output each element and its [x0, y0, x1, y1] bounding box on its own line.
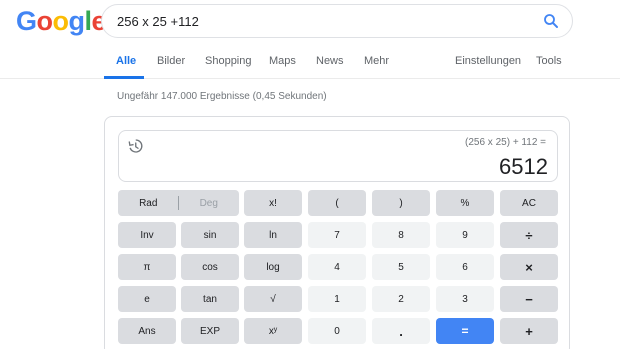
key-5[interactable]: 5	[372, 254, 430, 280]
logo-letter: l	[84, 6, 93, 36]
calculator-expression: (256 x 25) + 112 =	[465, 137, 546, 148]
calculator-display: (256 x 25) + 112 = 6512	[118, 130, 558, 182]
key-6[interactable]: 6	[436, 254, 494, 280]
logo-letter: g	[68, 6, 86, 36]
logo-letter: G	[16, 6, 37, 36]
rad-label[interactable]: Rad	[118, 190, 179, 216]
tab-settings[interactable]: Einstellungen	[455, 55, 521, 67]
key-factorial[interactable]: x!	[244, 190, 302, 216]
key-sqrt[interactable]: √	[244, 286, 302, 312]
tab-more[interactable]: Mehr	[364, 55, 389, 67]
key-add[interactable]: +	[500, 318, 558, 344]
key-7[interactable]: 7	[308, 222, 366, 248]
key-tan[interactable]: tan	[181, 286, 239, 312]
search-input[interactable]	[117, 5, 517, 37]
active-tab-indicator	[104, 76, 144, 79]
key-4[interactable]: 4	[308, 254, 366, 280]
key-decimal[interactable]: .	[372, 318, 430, 344]
logo-letter: o	[52, 6, 70, 36]
key-divide[interactable]: ÷	[500, 222, 558, 248]
tab-tools[interactable]: Tools	[536, 55, 562, 67]
deg-label[interactable]: Deg	[179, 190, 240, 216]
key-e[interactable]: e	[118, 286, 176, 312]
logo-letter: o	[36, 6, 54, 36]
key-subtract[interactable]: −	[500, 286, 558, 312]
key-ln[interactable]: ln	[244, 222, 302, 248]
tab-images[interactable]: Bilder	[157, 55, 185, 67]
search-tabs: Alle Bilder Shopping Maps News Mehr Eins…	[0, 49, 620, 79]
key-1[interactable]: 1	[308, 286, 366, 312]
result-stats: Ungefähr 147.000 Ergebnisse (0,45 Sekund…	[117, 91, 327, 102]
rad-deg-divider	[178, 196, 179, 210]
key-2[interactable]: 2	[372, 286, 430, 312]
history-icon[interactable]	[126, 137, 144, 155]
key-0[interactable]: 0	[308, 318, 366, 344]
key-ans[interactable]: Ans	[118, 318, 176, 344]
tab-maps[interactable]: Maps	[269, 55, 296, 67]
tab-all[interactable]: Alle	[116, 55, 136, 67]
calculator-card: (256 x 25) + 112 = 6512 Rad Deg x! ( ) %…	[104, 116, 570, 349]
google-logo[interactable]: Google	[16, 6, 107, 36]
rad-deg-toggle[interactable]: Rad Deg	[118, 190, 239, 216]
key-9[interactable]: 9	[436, 222, 494, 248]
search-icon[interactable]	[542, 12, 560, 30]
key-power[interactable]: xʸ	[244, 318, 302, 344]
key-percent[interactable]: %	[436, 190, 494, 216]
tab-shopping[interactable]: Shopping	[205, 55, 252, 67]
key-sin[interactable]: sin	[181, 222, 239, 248]
calculator-result: 6512	[499, 154, 548, 179]
key-inv[interactable]: Inv	[118, 222, 176, 248]
tab-news[interactable]: News	[316, 55, 344, 67]
key-multiply[interactable]: ×	[500, 254, 558, 280]
key-equals[interactable]: =	[436, 318, 494, 344]
key-exp[interactable]: EXP	[181, 318, 239, 344]
key-log[interactable]: log	[244, 254, 302, 280]
key-close-paren[interactable]: )	[372, 190, 430, 216]
search-box	[101, 4, 573, 38]
key-clear[interactable]: AC	[500, 190, 558, 216]
key-cos[interactable]: cos	[181, 254, 239, 280]
key-3[interactable]: 3	[436, 286, 494, 312]
key-open-paren[interactable]: (	[308, 190, 366, 216]
key-pi[interactable]: π	[118, 254, 176, 280]
key-8[interactable]: 8	[372, 222, 430, 248]
